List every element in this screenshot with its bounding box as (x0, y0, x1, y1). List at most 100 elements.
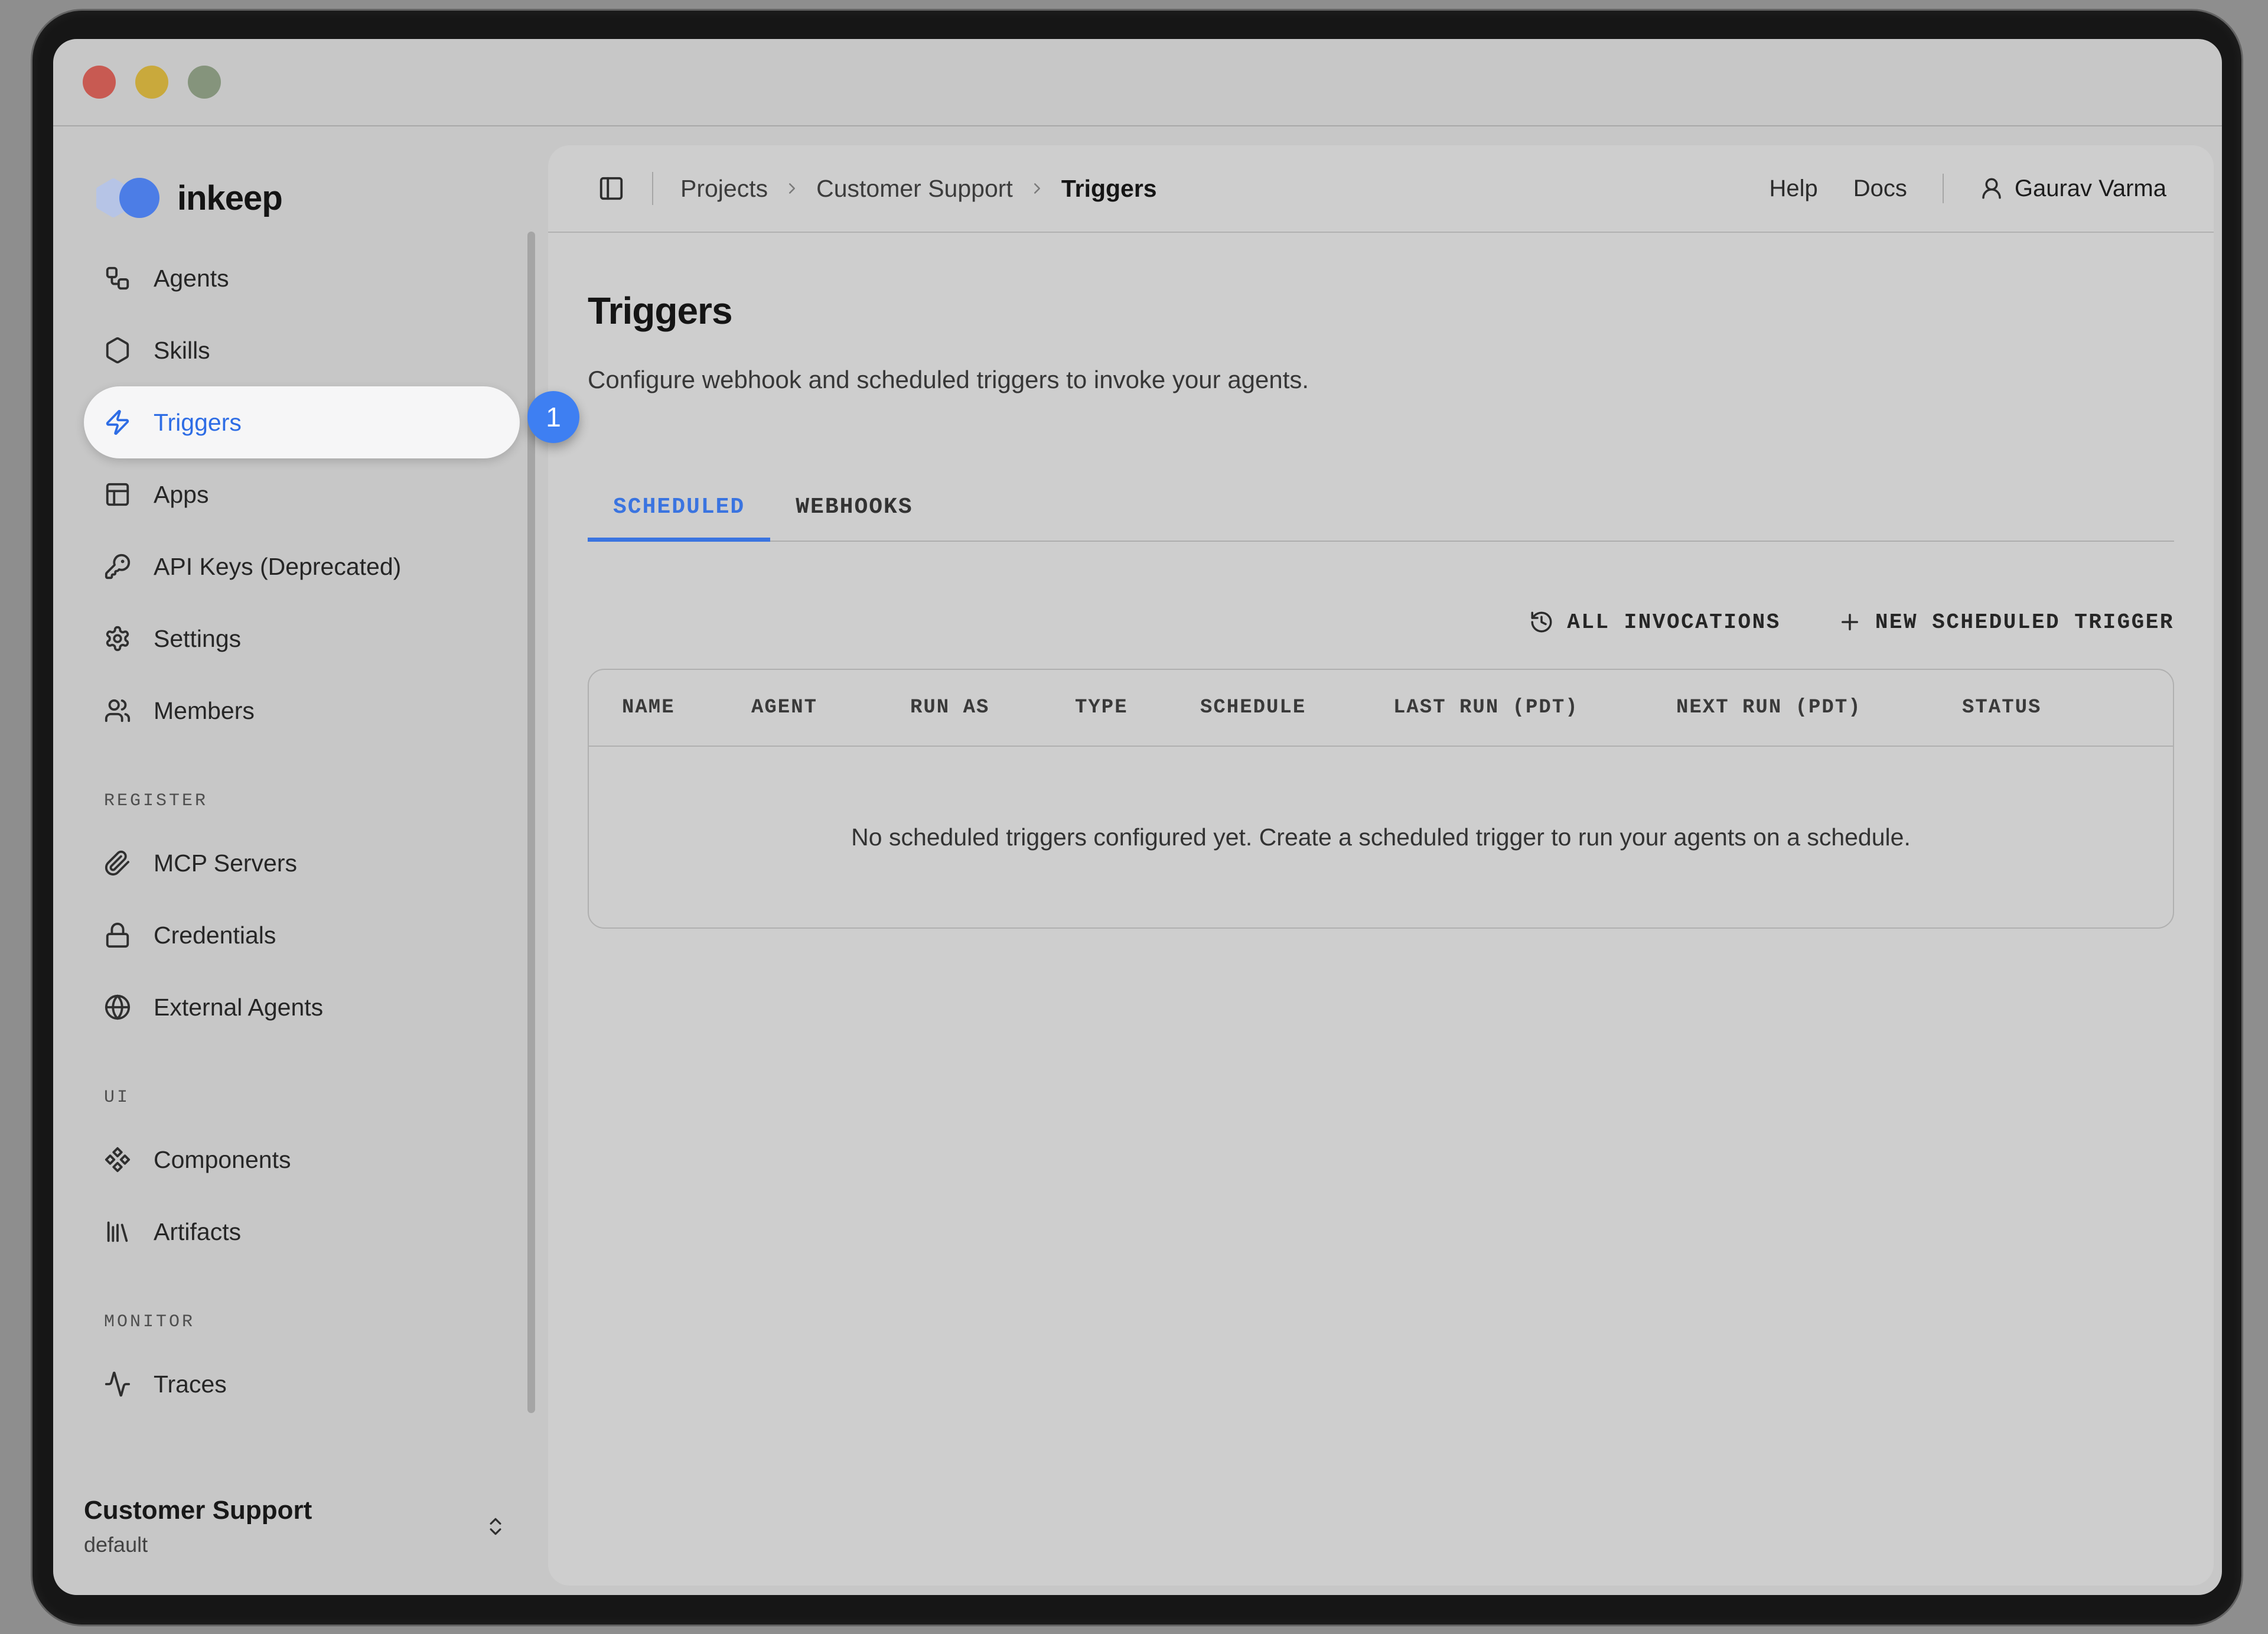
sidebar: inkeep Agents Skills (53, 126, 548, 1595)
history-clock-icon (1529, 610, 1554, 634)
tab-scheduled[interactable]: SCHEDULED (588, 494, 770, 542)
sidebar-item-artifacts[interactable]: Artifacts (84, 1196, 520, 1268)
breadcrumb-customer-support[interactable]: Customer Support (816, 175, 1013, 203)
page-title: Triggers (588, 289, 2174, 333)
sidebar-item-apps[interactable]: Apps (84, 458, 520, 530)
logo-wordmark: inkeep (177, 178, 282, 218)
sidebar-toggle-button[interactable] (598, 175, 625, 202)
sidebar-item-label: Credentials (154, 922, 276, 949)
sidebar-item-label: Settings (154, 625, 241, 653)
column-header-agent: AGENT (751, 696, 910, 719)
library-icon (104, 1218, 131, 1245)
page-description: Configure webhook and scheduled triggers… (588, 366, 2174, 394)
content-card: Projects Customer Support Triggers Hel (548, 145, 2214, 1586)
close-window-button[interactable] (83, 66, 116, 99)
breadcrumb-projects[interactable]: Projects (680, 175, 768, 203)
sidebar-item-label: Traces (154, 1371, 227, 1398)
paperclip-icon (104, 849, 131, 877)
user-icon (1979, 176, 2004, 201)
table-header-row: NAME AGENT RUN AS TYPE SCHEDULE LAST RUN… (589, 670, 2173, 747)
activity-icon (104, 1371, 131, 1398)
macos-titlebar (53, 39, 2222, 126)
breadcrumb: Projects Customer Support Triggers (680, 175, 1157, 203)
sidebar-nav: Agents Skills Triggers (53, 223, 548, 1420)
docs-link[interactable]: Docs (1853, 175, 1907, 202)
hexagon-icon (104, 337, 131, 364)
column-header-next-run: NEXT RUN (PDT) (1676, 696, 1962, 719)
help-link[interactable]: Help (1769, 175, 1817, 202)
sidebar-item-label: Apps (154, 481, 208, 509)
header-divider (652, 172, 653, 205)
user-name: Gaurav Varma (2015, 175, 2166, 202)
sidebar-item-external-agents[interactable]: External Agents (84, 971, 520, 1043)
sidebar-item-api-keys[interactable]: API Keys (Deprecated) (84, 530, 520, 603)
header-right: Help Docs Gaurav Varma (1769, 174, 2166, 203)
column-header-last-run: LAST RUN (PDT) (1393, 696, 1676, 719)
all-invocations-label: ALL INVOCATIONS (1567, 610, 1781, 634)
content-header: Projects Customer Support Triggers Hel (548, 145, 2214, 233)
sidebar-item-credentials[interactable]: Credentials (84, 899, 520, 971)
zoom-window-button[interactable] (188, 66, 221, 99)
users-icon (104, 697, 131, 724)
sidebar-item-triggers[interactable]: Triggers (84, 386, 520, 458)
column-header-run-as: RUN AS (910, 696, 1075, 719)
triggers-page: Triggers Configure webhook and scheduled… (548, 233, 2214, 929)
minimize-window-button[interactable] (135, 66, 168, 99)
sidebar-item-label: External Agents (154, 994, 323, 1021)
plus-icon (1837, 610, 1862, 634)
chevrons-up-down-icon (484, 1515, 507, 1538)
sidebar-item-label: MCP Servers (154, 849, 297, 877)
component-icon (104, 1146, 131, 1173)
action-bar: ALL INVOCATIONS NEW SCHEDULED TRIGGER (588, 610, 2174, 634)
column-header-name: NAME (622, 696, 751, 719)
screenshot-canvas: inkeep Agents Skills (0, 0, 2268, 1634)
sidebar-item-label: Triggers (154, 409, 242, 437)
column-header-type: TYPE (1075, 696, 1200, 719)
project-switcher[interactable]: Customer Support default (84, 1496, 507, 1557)
app-window: inkeep Agents Skills (53, 39, 2222, 1595)
gear-icon (104, 625, 131, 652)
sidebar-item-members[interactable]: Members (84, 675, 520, 747)
new-scheduled-trigger-label: NEW SCHEDULED TRIGGER (1875, 610, 2174, 634)
sidebar-item-traces[interactable]: Traces (84, 1348, 520, 1420)
sidebar-item-settings[interactable]: Settings (84, 603, 520, 675)
lock-icon (104, 922, 131, 949)
tab-webhooks[interactable]: WEBHOOKS (770, 494, 938, 541)
new-scheduled-trigger-button[interactable]: NEW SCHEDULED TRIGGER (1837, 610, 2174, 634)
inkeep-logo-icon (90, 172, 168, 223)
header-divider (1943, 174, 1944, 203)
key-icon (104, 553, 131, 580)
main-area: Projects Customer Support Triggers Hel (548, 126, 2222, 1595)
user-menu[interactable]: Gaurav Varma (1979, 175, 2166, 202)
chevron-right-icon (1028, 180, 1046, 197)
all-invocations-button[interactable]: ALL INVOCATIONS (1529, 610, 1781, 634)
zap-icon (104, 409, 131, 436)
sidebar-item-mcp-servers[interactable]: MCP Servers (84, 827, 520, 899)
breadcrumb-triggers: Triggers (1061, 175, 1157, 203)
table-empty-message: No scheduled triggers configured yet. Cr… (589, 747, 2173, 927)
sidebar-item-components[interactable]: Components (84, 1124, 520, 1196)
column-header-schedule: SCHEDULE (1200, 696, 1393, 719)
window-body: inkeep Agents Skills (53, 126, 2222, 1595)
sidebar-item-label: Artifacts (154, 1218, 241, 1246)
sidebar-section-monitor: MONITOR (84, 1296, 520, 1348)
annotation-step-badge: 1 (527, 391, 579, 443)
chevron-right-icon (783, 180, 801, 197)
workflow-icon (104, 265, 131, 292)
globe-icon (104, 994, 131, 1021)
sidebar-item-label: Components (154, 1146, 291, 1174)
sidebar-item-label: API Keys (Deprecated) (154, 553, 401, 581)
project-environment: default (84, 1532, 312, 1557)
panels-top-left-icon (104, 481, 131, 508)
sidebar-section-ui: UI (84, 1072, 520, 1124)
column-header-status: STATUS (1962, 696, 2173, 719)
sidebar-item-skills[interactable]: Skills (84, 314, 520, 386)
project-name: Customer Support (84, 1496, 312, 1525)
sidebar-section-register: REGISTER (84, 775, 520, 827)
sidebar-item-label: Skills (154, 337, 210, 364)
scheduled-triggers-table: NAME AGENT RUN AS TYPE SCHEDULE LAST RUN… (588, 669, 2174, 929)
inkeep-logo: inkeep (53, 172, 548, 223)
project-switcher-text: Customer Support default (84, 1496, 312, 1557)
tab-list: SCHEDULED WEBHOOKS (588, 494, 2174, 542)
sidebar-item-agents[interactable]: Agents (84, 242, 520, 314)
